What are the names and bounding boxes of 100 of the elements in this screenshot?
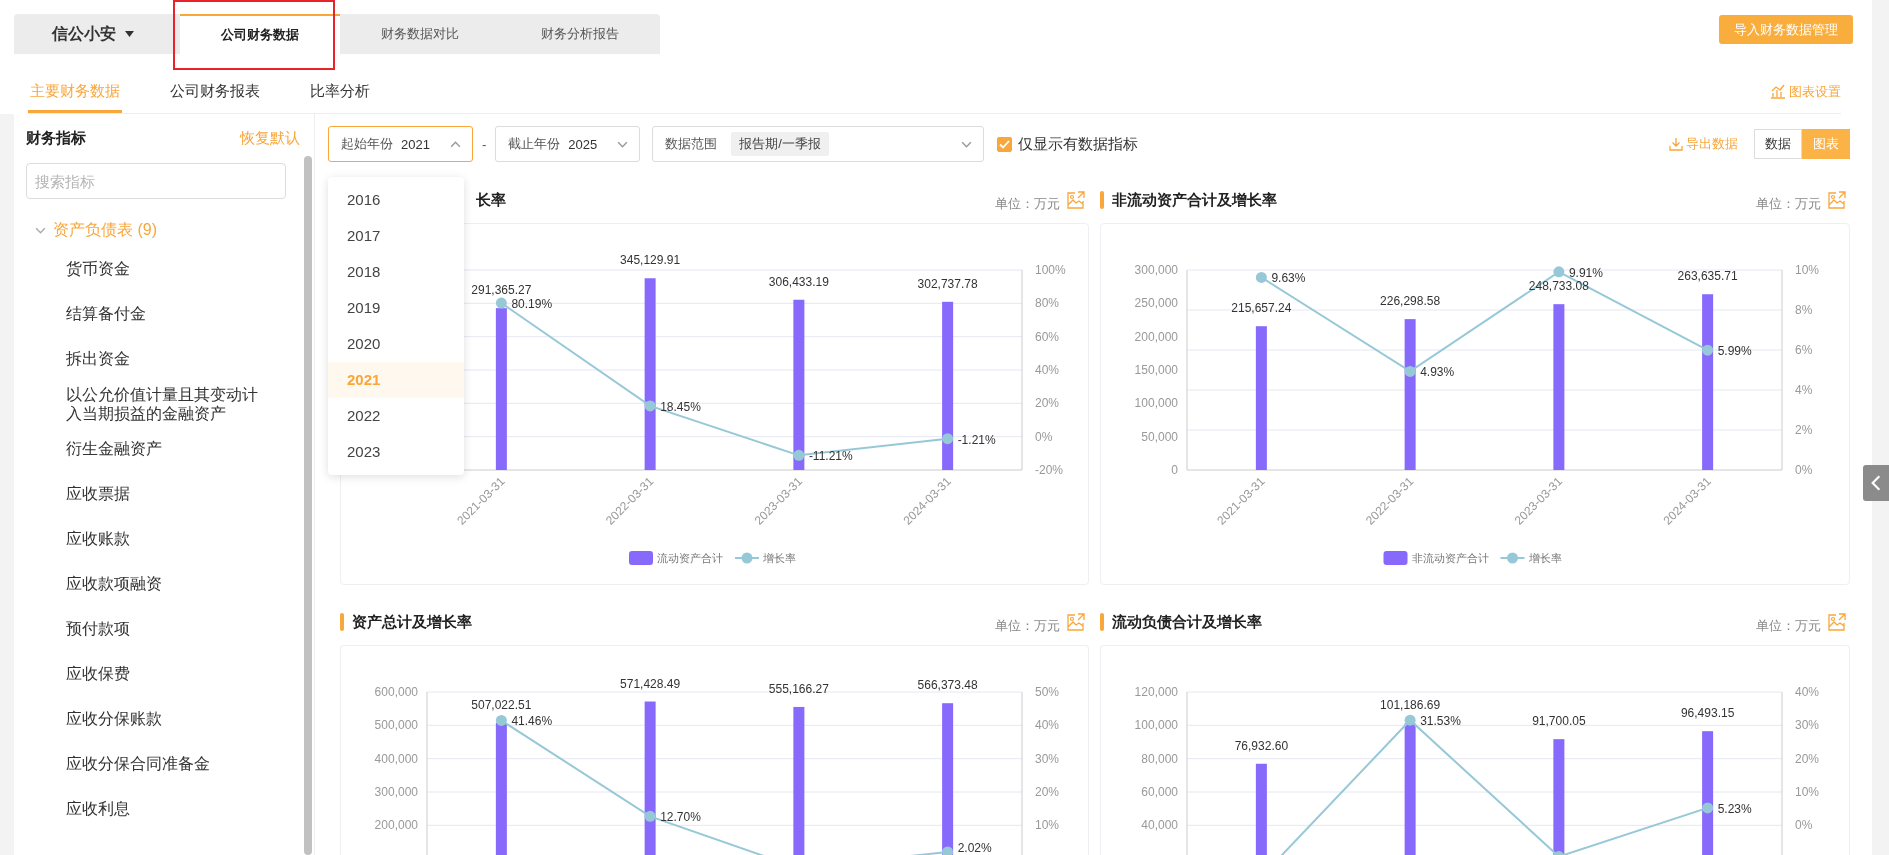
data-label: 263,635.71 bbox=[1677, 269, 1738, 284]
data-label: 41.46% bbox=[511, 714, 553, 729]
axis-label: 100,000 bbox=[1134, 396, 1178, 411]
tree-item[interactable]: 应收票据 bbox=[26, 471, 266, 516]
tree-item[interactable]: 应收款项融资 bbox=[26, 561, 266, 606]
tree-item[interactable]: 货币资金 bbox=[26, 246, 266, 291]
tree-item[interactable]: 应收分保合同准备金 bbox=[26, 741, 266, 786]
checkbox[interactable] bbox=[997, 136, 1013, 152]
data-label: 566,373.48 bbox=[917, 678, 978, 693]
tree-item[interactable]: 预付款项 bbox=[26, 606, 266, 651]
data-point bbox=[644, 810, 656, 822]
select-field[interactable]: 起始年份 2021 bbox=[328, 126, 473, 162]
chart-icon bbox=[1770, 84, 1786, 99]
sub-tab[interactable]: 公司财务报表 bbox=[168, 70, 262, 113]
axis-label: 40,000 bbox=[1141, 818, 1178, 833]
data-point bbox=[1255, 271, 1267, 283]
axis-label: -20% bbox=[1035, 463, 1063, 477]
brand-menu[interactable]: 信公小安 bbox=[14, 14, 180, 54]
axis-label: 30% bbox=[1035, 751, 1060, 766]
tree-item[interactable]: 结算备付金 bbox=[26, 291, 266, 336]
data-label: 2.02% bbox=[957, 841, 992, 855]
tab[interactable]: 财务数据对比 bbox=[340, 14, 500, 54]
tree-item[interactable]: 衍生金融资产 bbox=[26, 426, 266, 471]
caret-icon bbox=[125, 31, 134, 37]
data-label: 5.23% bbox=[1717, 801, 1752, 816]
dropdown-option[interactable]: 2016 bbox=[328, 182, 464, 218]
tree-item[interactable]: 拆出资金 bbox=[26, 336, 266, 381]
collapse-handle[interactable] bbox=[1863, 465, 1889, 501]
tree-item[interactable]: 应收分保账款 bbox=[26, 696, 266, 741]
unit-label: 单位：万元 bbox=[1756, 195, 1821, 213]
image-icon[interactable] bbox=[1066, 190, 1085, 210]
dropdown-option[interactable]: 2022 bbox=[328, 398, 464, 434]
dropdown-option[interactable]: 2017 bbox=[328, 218, 464, 254]
unit-label: 单位：万元 bbox=[995, 195, 1060, 213]
data-label: -11.21% bbox=[808, 449, 853, 464]
data-label: 12.70% bbox=[660, 810, 701, 825]
legend-label[interactable]: 非流动资产合计 bbox=[1411, 552, 1489, 564]
data-label: 101,186.69 bbox=[1380, 698, 1441, 713]
view-toggle[interactable]: 数据 bbox=[1754, 129, 1802, 159]
data-label: 9.91% bbox=[1568, 265, 1603, 280]
tab[interactable]: 财务分析报告 bbox=[500, 14, 660, 54]
dropdown-option[interactable]: 2023 bbox=[328, 434, 464, 470]
tree-item[interactable]: 应收保费 bbox=[26, 651, 266, 696]
download-icon bbox=[1669, 137, 1683, 151]
axis-label: 100% bbox=[1035, 263, 1066, 277]
tree-item[interactable]: 以公允价值计量且其变动计入当期损益的金融资产 bbox=[26, 381, 266, 426]
data-label: 226,298.58 bbox=[1380, 294, 1441, 309]
data-label: 215,657.24 bbox=[1231, 301, 1292, 316]
axis-label: 0% bbox=[1795, 818, 1813, 833]
axis-label: 100,000 bbox=[1134, 718, 1178, 733]
axis-label: 10% bbox=[1795, 785, 1820, 799]
tab[interactable]: 公司财务数据 bbox=[180, 14, 340, 54]
data-label: 5.99% bbox=[1717, 344, 1752, 359]
tree-item[interactable]: 应收利息 bbox=[26, 786, 266, 831]
dropdown-option[interactable]: 2020 bbox=[328, 326, 464, 362]
legend-label[interactable]: 增长率 bbox=[763, 552, 796, 564]
axis-label: 4% bbox=[1795, 383, 1813, 397]
axis-label: 120,000 bbox=[1134, 685, 1178, 699]
axis-label: 20% bbox=[1035, 785, 1060, 799]
search-field[interactable]: 搜索指标 bbox=[26, 163, 286, 199]
dropdown-option[interactable]: 2018 bbox=[328, 254, 464, 290]
axis-label: 6% bbox=[1795, 343, 1813, 357]
image-icon[interactable] bbox=[1827, 190, 1846, 210]
axis-label: 60,000 bbox=[1141, 785, 1178, 799]
scrollbar[interactable] bbox=[304, 156, 312, 855]
data-label: 555,166.27 bbox=[768, 681, 829, 696]
data-point bbox=[942, 433, 954, 445]
data-label: 571,428.49 bbox=[620, 676, 681, 691]
axis-label: 600,000 bbox=[374, 685, 418, 699]
data-label: 80.19% bbox=[511, 297, 553, 311]
dropdown-option[interactable]: 2019 bbox=[328, 290, 464, 326]
data-label: -1.21% bbox=[957, 432, 996, 447]
axis-label: 80% bbox=[1035, 296, 1060, 311]
data-point bbox=[495, 714, 507, 726]
checkbox-label[interactable]: 仅显示有数据指标 bbox=[1018, 134, 1139, 154]
separator: - bbox=[482, 136, 487, 152]
unit-label: 单位：万元 bbox=[1756, 617, 1821, 635]
data-label: 345,129.91 bbox=[620, 253, 681, 268]
axis-label: 200,000 bbox=[374, 818, 418, 833]
axis-label: 400,000 bbox=[374, 751, 418, 766]
legend-label[interactable]: 增长率 bbox=[1528, 552, 1562, 564]
sub-tab[interactable]: 比率分析 bbox=[308, 70, 372, 113]
title-accent bbox=[340, 613, 344, 631]
axis-label: 300,000 bbox=[374, 785, 418, 799]
image-icon[interactable] bbox=[1827, 612, 1846, 632]
select-field[interactable]: 截止年份 2025 bbox=[495, 126, 641, 162]
data-point bbox=[942, 846, 954, 855]
data-point bbox=[1404, 365, 1416, 377]
select-field[interactable]: 数据范围 报告期/一季报 bbox=[652, 126, 985, 162]
data-point bbox=[495, 297, 507, 309]
axis-label: 20% bbox=[1035, 396, 1060, 411]
axis-label: 250,000 bbox=[1134, 296, 1178, 311]
axis-label: 0% bbox=[1795, 463, 1813, 477]
filter-tag: 报告期/一季报 bbox=[731, 132, 829, 156]
data-point bbox=[793, 449, 805, 461]
tree-item[interactable]: 应收账款 bbox=[26, 516, 266, 561]
legend-label[interactable]: 流动资产合计 bbox=[657, 552, 723, 564]
data-point bbox=[1404, 714, 1416, 726]
image-icon[interactable] bbox=[1066, 612, 1085, 632]
axis-label: 500,000 bbox=[374, 718, 418, 733]
